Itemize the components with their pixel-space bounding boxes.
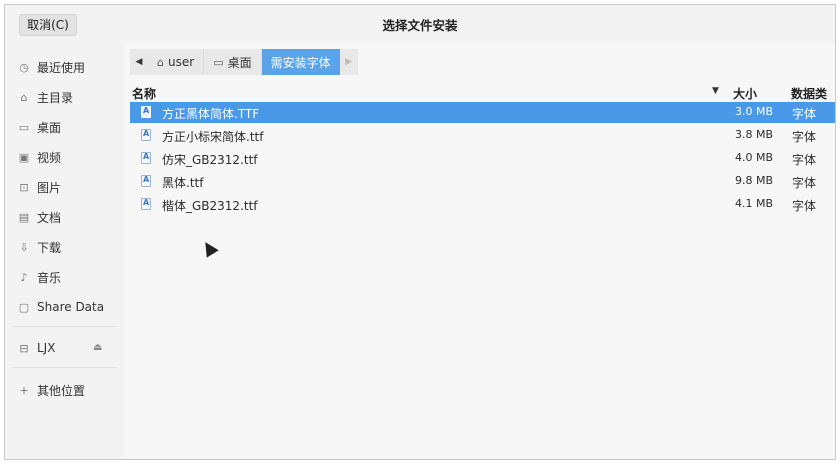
drive-icon: ⊟ — [19, 341, 29, 355]
file-name: 方正黑体简体.TTF — [162, 107, 260, 121]
path-back-arrow-icon[interactable]: ◀ — [130, 49, 148, 75]
sidebar-item-downloads[interactable]: ⇩ 下载 — [17, 237, 61, 257]
file-type: 字体 — [792, 130, 817, 144]
file-type: 字体 — [792, 199, 817, 213]
sidebar-item-music[interactable]: ♪ 音乐 — [17, 267, 61, 287]
sidebar-item-desktop[interactable]: ▭ 桌面 — [17, 117, 61, 137]
places-sidebar: ◷ 最近使用 ⌂ 主目录 ▭ 桌面 ▣ 视频 ⊡ 图片 ▤ 文档 ⇩ 下载 ♪ — [5, 43, 124, 459]
desktop-icon: ▭ — [213, 55, 224, 69]
sidebar-item-recent[interactable]: ◷ 最近使用 — [17, 57, 85, 77]
file-size: 3.0 MB — [735, 105, 774, 118]
sidebar-item-label: 主目录 — [37, 90, 74, 105]
home-icon: ⌂ — [20, 90, 28, 104]
column-size-header[interactable]: 大小 — [733, 85, 757, 102]
file-size: 4.1 MB — [735, 197, 774, 210]
file-row[interactable]: 黑体.ttf 9.8 MB 字体 — [130, 171, 835, 192]
home-icon: ⌂ — [157, 55, 164, 69]
document-icon: ▤ — [18, 210, 30, 224]
plus-icon: + — [19, 383, 29, 397]
crumb-label: user — [167, 55, 195, 69]
sidebar-item-label: 文档 — [37, 210, 62, 225]
file-chooser-dialog: 取消(C) 选择文件安装 ◷ 最近使用 ⌂ 主目录 ▭ 桌面 ▣ 视频 ⊡ 图片… — [4, 4, 836, 460]
file-row[interactable]: 方正小标宋简体.ttf 3.8 MB 字体 — [130, 125, 835, 146]
file-row[interactable]: 方正黑体简体.TTF 3.0 MB 字体 — [130, 102, 835, 123]
sidebar-item-label: 桌面 — [37, 120, 62, 135]
mouse-pointer-icon — [199, 238, 219, 258]
file-size: 4.0 MB — [735, 151, 774, 164]
sidebar-item-label: 其他位置 — [37, 383, 86, 398]
sidebar-item-label: LJX — [37, 341, 56, 355]
sidebar-item-drive-ljx[interactable]: ⊟ LJX — [17, 338, 55, 358]
file-row[interactable]: 仿宋_GB2312.ttf 4.0 MB 字体 — [130, 148, 835, 169]
font-file-icon — [141, 129, 151, 141]
sidebar-item-videos[interactable]: ▣ 视频 — [17, 147, 61, 167]
sidebar-item-label: 图片 — [37, 180, 62, 195]
dialog-header: 取消(C) 选择文件安装 — [5, 5, 835, 43]
file-name: 黑体.ttf — [162, 176, 204, 190]
image-icon: ⊡ — [19, 180, 29, 194]
sidebar-separator — [13, 326, 117, 327]
file-name: 仿宋_GB2312.ttf — [162, 153, 258, 167]
sidebar-item-label: 音乐 — [37, 270, 62, 285]
file-row[interactable]: 楷体_GB2312.ttf 4.1 MB 字体 — [130, 194, 835, 215]
clock-icon: ◷ — [19, 60, 29, 74]
file-browser: ◀ ⌂ user ▭ 桌面 需安装字体 ▶ 名称 ▼ 大小 数据类型 方正黑体简… — [124, 43, 835, 459]
crumb-user[interactable]: ⌂ user — [148, 49, 205, 75]
desktop-icon: ▭ — [18, 120, 30, 134]
column-header: 名称 ▼ 大小 数据类型 — [124, 83, 835, 118]
sidebar-item-label: 视频 — [37, 150, 62, 165]
file-name: 方正小标宋简体.ttf — [162, 130, 264, 144]
video-icon: ▣ — [18, 150, 30, 164]
sidebar-item-label: Share Data — [37, 300, 105, 314]
file-type: 字体 — [792, 176, 817, 190]
sidebar-item-other-locations[interactable]: + 其他位置 — [17, 380, 85, 400]
sidebar-item-home[interactable]: ⌂ 主目录 — [17, 87, 74, 107]
font-file-icon — [141, 152, 151, 164]
eject-icon[interactable]: ⏏ — [93, 342, 102, 353]
sidebar-item-pictures[interactable]: ⊡ 图片 — [17, 177, 61, 197]
sort-down-icon: ▼ — [712, 86, 719, 96]
music-icon: ♪ — [20, 270, 28, 284]
sidebar-item-label: 下载 — [37, 240, 62, 255]
sidebar-separator — [13, 367, 117, 368]
crumb-label: 桌面 — [227, 55, 252, 70]
sidebar-item-share-data[interactable]: ▢ Share Data — [17, 297, 104, 317]
file-size: 3.8 MB — [735, 128, 774, 141]
folder-icon: ▢ — [18, 300, 30, 314]
download-icon: ⇩ — [19, 240, 29, 254]
crumb-label: 需安装字体 — [270, 55, 331, 70]
crumb-desktop[interactable]: ▭ 桌面 — [204, 49, 262, 75]
sidebar-item-documents[interactable]: ▤ 文档 — [17, 207, 61, 227]
crumb-fonts-folder[interactable]: 需安装字体 — [261, 49, 340, 75]
sidebar-item-label: 最近使用 — [37, 60, 86, 75]
dialog-title: 选择文件安装 — [382, 18, 458, 33]
column-name-header[interactable]: 名称 — [132, 85, 156, 102]
font-file-icon — [141, 198, 151, 210]
path-forward-arrow-icon[interactable]: ▶ — [339, 49, 358, 75]
file-size: 9.8 MB — [735, 174, 774, 187]
font-file-icon — [141, 175, 151, 187]
file-type: 字体 — [792, 153, 817, 167]
file-type: 字体 — [792, 107, 817, 121]
path-bar: ◀ ⌂ user ▭ 桌面 需安装字体 ▶ — [130, 49, 358, 75]
font-file-icon — [141, 106, 151, 118]
file-name: 楷体_GB2312.ttf — [162, 199, 258, 213]
